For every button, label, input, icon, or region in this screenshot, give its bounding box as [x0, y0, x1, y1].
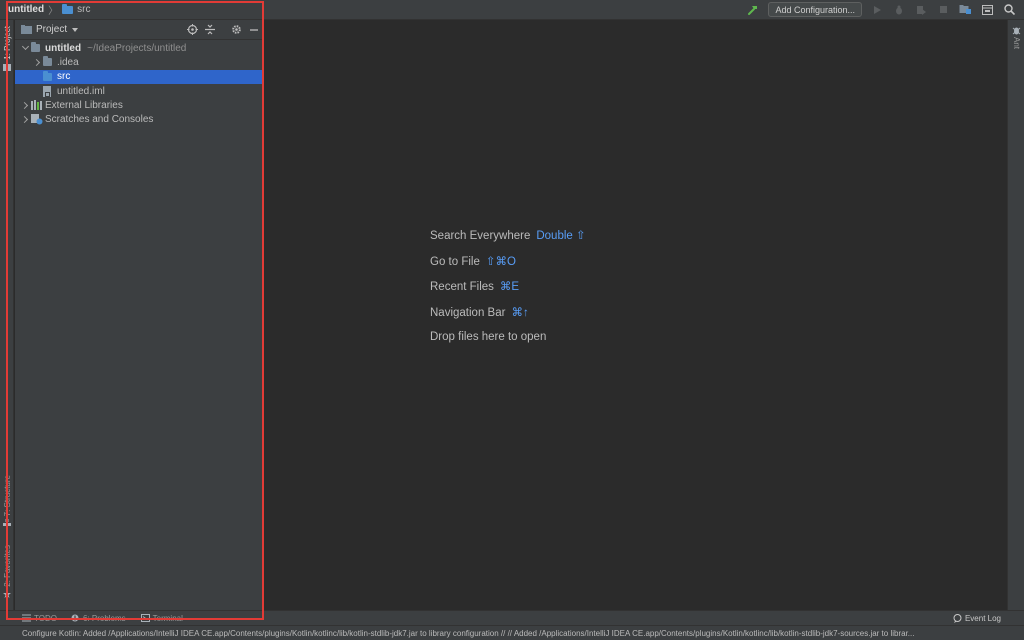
- hint-shortcut: Double ⇧: [536, 230, 586, 242]
- tool-tab-problems-label: 6: Problems: [82, 613, 126, 623]
- tree-node-label: src: [57, 71, 71, 83]
- tree-node-path: ~/IdeaProjects/untitled: [87, 42, 187, 54]
- project-tree: untitled ~/IdeaProjects/untitled .idea s…: [15, 40, 263, 127]
- source-folder-icon: [43, 70, 56, 81]
- tool-tab-structure[interactable]: 7: Structure: [0, 475, 14, 527]
- chevron-down-icon[interactable]: [72, 28, 79, 32]
- tree-node-label: untitled.iml: [57, 85, 105, 97]
- tool-tab-favorites-label: 2: Favorites: [2, 545, 12, 587]
- breadcrumb-src-label: src: [77, 4, 91, 15]
- build-hammer-icon[interactable]: [744, 1, 762, 19]
- project-view-selector[interactable]: Project: [36, 24, 67, 35]
- tree-node-label: untitled: [45, 42, 82, 54]
- tool-tab-event-log[interactable]: Event Log: [953, 613, 1001, 623]
- tool-tab-terminal[interactable]: Terminal: [140, 613, 183, 623]
- folder-icon: [43, 56, 56, 67]
- library-icon: [31, 100, 44, 111]
- hint-label: Drop files here to open: [430, 331, 547, 343]
- scratches-icon: [31, 114, 44, 125]
- hide-panel-icon[interactable]: [245, 21, 263, 39]
- breadcrumb-separator: 〉: [48, 6, 59, 17]
- hint-label: Search Everywhere: [430, 230, 531, 242]
- star-icon: [3, 589, 11, 598]
- terminal-icon: [140, 614, 150, 622]
- breadcrumb-src[interactable]: src: [62, 3, 91, 15]
- bottom-tool-stripe: TODO 6: Problems Terminal Event Log: [0, 610, 1024, 625]
- module-file-icon: [43, 85, 56, 97]
- module-folder-icon: [31, 42, 44, 53]
- tree-node-idea[interactable]: .idea: [15, 55, 263, 69]
- project-tool-icon: [3, 63, 11, 71]
- tool-tab-event-log-label: Event Log: [964, 613, 1001, 623]
- hint-label: Go to File: [430, 256, 480, 268]
- status-message[interactable]: Configure Kotlin: Added /Applications/In…: [22, 629, 1007, 638]
- chevron-right-icon[interactable]: [31, 58, 43, 66]
- toolbar: Add Configuration...: [742, 0, 1024, 20]
- folder-icon: [62, 3, 74, 14]
- tool-tab-project-label: 1: Project: [2, 26, 12, 60]
- tree-node-scratches[interactable]: Scratches and Consoles: [15, 112, 263, 126]
- collapse-all-icon[interactable]: [201, 21, 219, 39]
- tree-node-label: Scratches and Consoles: [45, 114, 154, 126]
- tree-node-iml[interactable]: untitled.iml: [15, 84, 263, 98]
- tool-tab-favorites[interactable]: 2: Favorites: [0, 545, 14, 598]
- panel-tools: [183, 21, 263, 39]
- breadcrumb: untitled 〉 src: [0, 0, 90, 20]
- chevron-right-icon[interactable]: [19, 101, 31, 109]
- hint-shortcut: ⌘↑: [511, 307, 529, 319]
- list-icon: [22, 614, 31, 622]
- hint-label: Recent Files: [430, 281, 494, 293]
- hint-recent-files: Recent Files ⌘E: [430, 279, 519, 293]
- tree-node-label: External Libraries: [45, 99, 123, 111]
- gear-icon[interactable]: [227, 21, 245, 39]
- tool-tab-todo[interactable]: TODO: [22, 614, 57, 623]
- tool-tab-terminal-label: Terminal: [152, 613, 183, 623]
- project-tool-window: Project untitled ~/IdeaProjects/untitled: [15, 20, 263, 610]
- problems-icon: [71, 614, 80, 622]
- navigation-bar: untitled 〉 src Add Configuration...: [0, 0, 1024, 20]
- tree-node-label: .idea: [57, 56, 79, 68]
- tree-node-external-libraries[interactable]: External Libraries: [15, 98, 263, 112]
- hint-go-to-file: Go to File ⇧⌘O: [430, 254, 516, 268]
- structure-tool-icon: [3, 519, 11, 527]
- tree-node-src[interactable]: src: [15, 69, 263, 84]
- run-icon[interactable]: [868, 1, 886, 19]
- tool-separator: [219, 21, 227, 39]
- project-view-icon: [21, 25, 32, 34]
- hint-shortcut: ⇧⌘O: [485, 256, 516, 268]
- project-structure-icon[interactable]: [956, 1, 974, 19]
- window-layout-icon[interactable]: [978, 1, 996, 19]
- add-configuration-button[interactable]: Add Configuration...: [768, 2, 862, 17]
- breadcrumb-project[interactable]: untitled: [8, 4, 44, 15]
- editor-empty-state[interactable]: Search Everywhere Double ⇧ Go to File ⇧⌘O …: [263, 20, 1007, 610]
- ant-icon: [1012, 27, 1021, 35]
- left-tool-stripe: 1: Project 7: Structure 2: Favorites: [0, 20, 14, 610]
- tool-tab-project[interactable]: 1: Project: [0, 26, 14, 71]
- chevron-right-icon[interactable]: [19, 116, 31, 124]
- run-with-coverage-icon[interactable]: [912, 1, 930, 19]
- hint-search-everywhere: Search Everywhere Double ⇧: [430, 228, 586, 242]
- hint-navigation-bar: Navigation Bar ⌘↑: [430, 305, 529, 319]
- locate-file-icon[interactable]: [183, 21, 201, 39]
- tool-tab-ant[interactable]: Ant: [1008, 26, 1024, 49]
- tool-tab-problems[interactable]: 6: Problems: [71, 614, 126, 623]
- tool-tab-ant-label: Ant: [1012, 37, 1021, 50]
- tool-tab-todo-label: TODO: [34, 613, 57, 623]
- debug-icon[interactable]: [890, 1, 908, 19]
- hint-drop-files: Drop files here to open: [430, 331, 546, 343]
- tree-node-untitled[interactable]: untitled ~/IdeaProjects/untitled: [15, 41, 263, 55]
- right-tool-stripe: Ant: [1007, 20, 1024, 610]
- hint-shortcut: ⌘E: [499, 281, 520, 293]
- event-log-icon: [953, 613, 962, 623]
- search-icon[interactable]: [1000, 1, 1018, 19]
- hint-label: Navigation Bar: [430, 307, 506, 319]
- stop-icon[interactable]: [934, 1, 952, 19]
- tool-tab-structure-label: 7: Structure: [2, 475, 12, 517]
- status-bar: Configure Kotlin: Added /Applications/In…: [0, 625, 1024, 640]
- chevron-down-icon[interactable]: [19, 43, 31, 51]
- project-panel-header: Project: [15, 20, 263, 40]
